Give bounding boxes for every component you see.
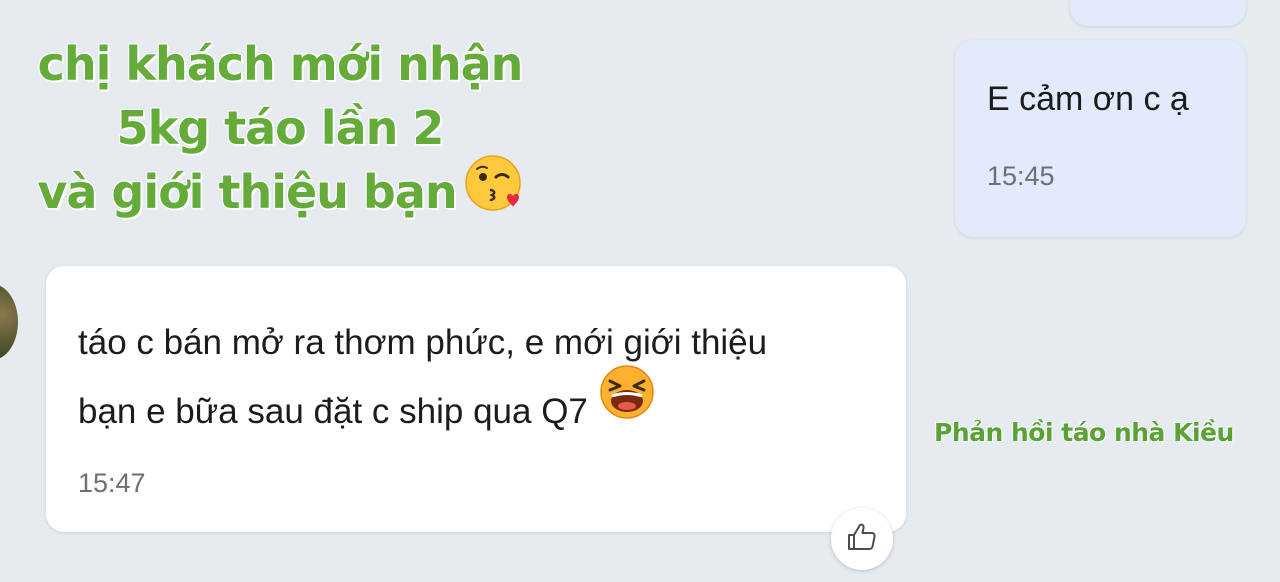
message-text: E cảm ơn c ạ — [987, 80, 1189, 118]
avatar[interactable] — [0, 284, 18, 360]
message-line-2: bạn e bữa sau đặt c ship qua Q7 — [78, 392, 588, 431]
caption-line-3: và giới thiệu bạn — [37, 165, 457, 219]
caption-line-1: chị khách mới nhận — [37, 37, 524, 91]
message-line-1: táo c bán mở ra thơm phức, e mới giới th… — [78, 323, 768, 362]
watermark-label: Phản hồi táo nhà Kiều — [934, 418, 1234, 447]
like-reaction-button[interactable] — [831, 508, 893, 570]
message-timestamp: 15:45 — [987, 161, 1055, 191]
incoming-message-bubble[interactable]: táo c bán mở ra thơm phức, e mới giới th… — [46, 266, 906, 532]
previous-outgoing-bubble — [1070, 0, 1246, 26]
caption-overlay: chị khách mới nhận 5kg táo lần 2 và giới… — [30, 32, 530, 229]
message-line-2-wrap: bạn e bữa sau đặt c ship qua Q7 — [78, 365, 876, 446]
message-timestamp: 15:47 — [78, 468, 146, 498]
caption-line-2: 5kg táo lần 2 — [116, 101, 445, 155]
kissing-face-emoji-icon — [463, 153, 523, 229]
message-text: táo c bán mở ra thơm phức, e mới giới th… — [78, 308, 876, 446]
outgoing-message-bubble[interactable]: E cảm ơn c ạ 15:45 — [955, 40, 1246, 237]
thumbs-up-icon — [845, 520, 879, 559]
laughing-face-emoji-icon — [598, 363, 656, 444]
caption-line-3-wrap: và giới thiệu bạn — [30, 154, 530, 229]
